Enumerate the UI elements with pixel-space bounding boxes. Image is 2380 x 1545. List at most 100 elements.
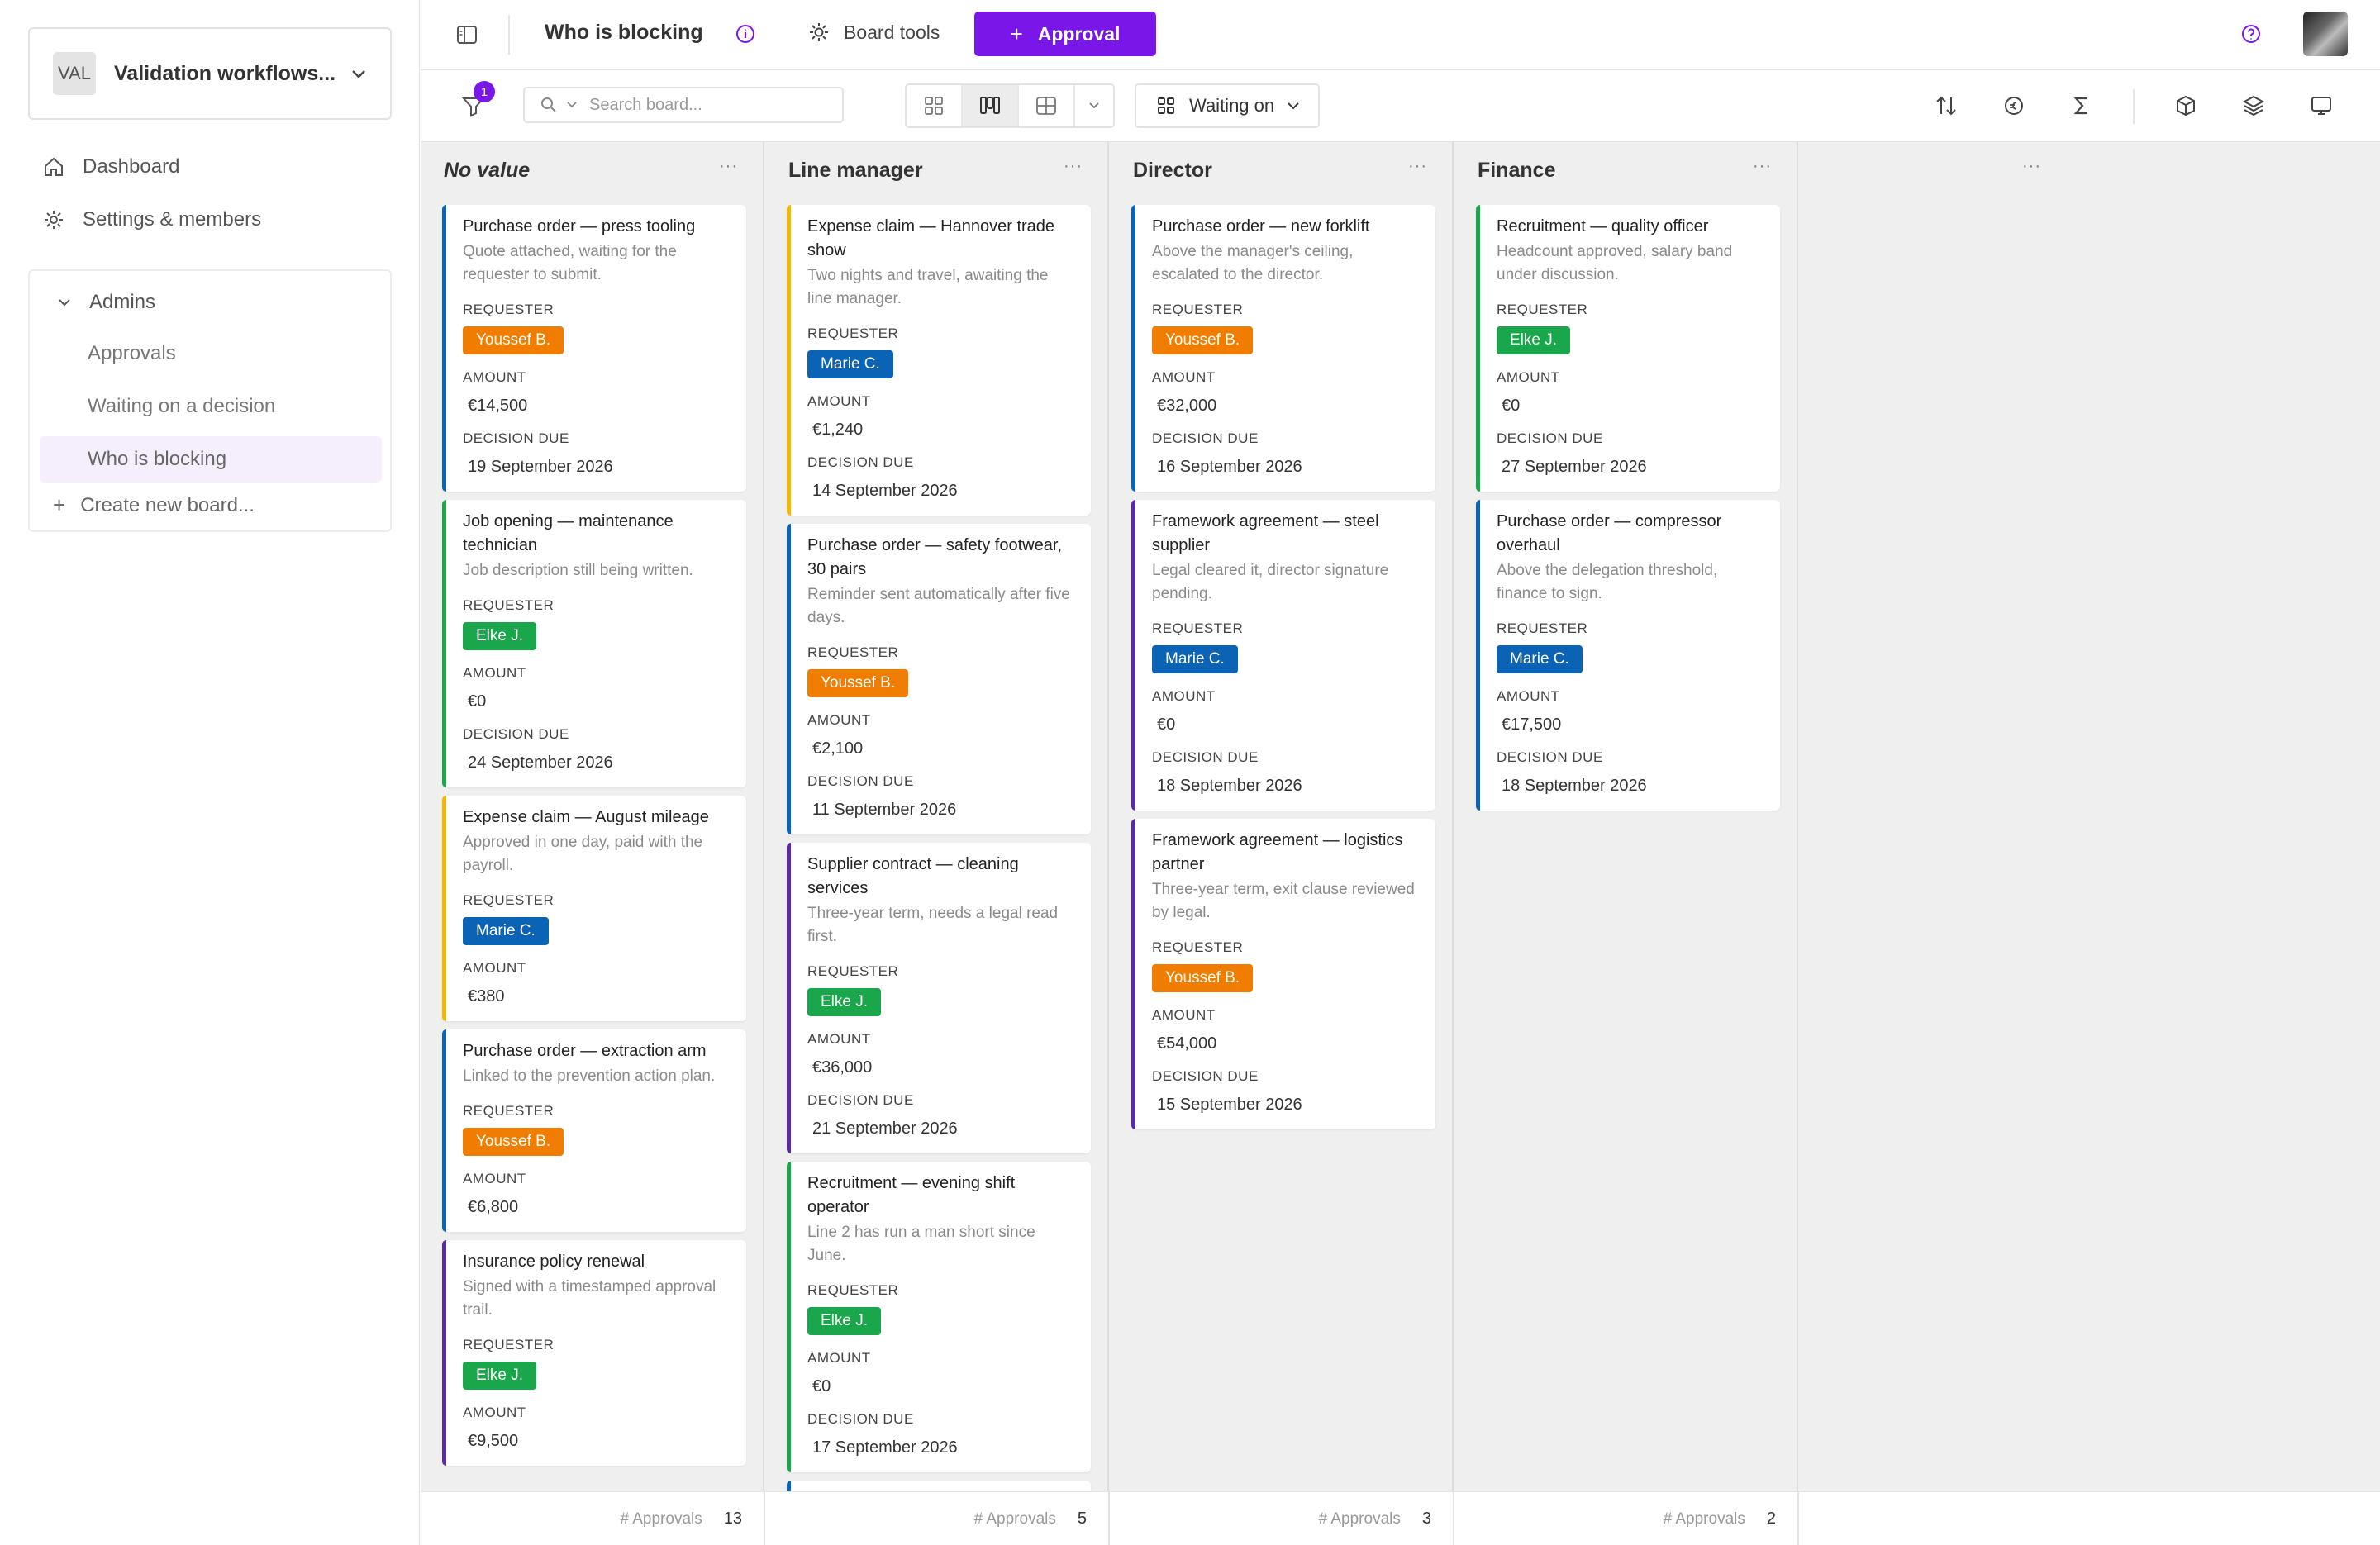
- sum-icon[interactable]: [2068, 93, 2095, 119]
- count-value: 5: [1077, 1509, 1087, 1528]
- sidebar-item-waiting-on-a-decision[interactable]: Waiting on a decision: [40, 383, 382, 430]
- help-icon[interactable]: [2240, 23, 2262, 45]
- requester-chip[interactable]: Youssef B.: [1152, 326, 1254, 354]
- card-list: Expense claim — Hannover trade show Two n…: [787, 205, 1091, 1545]
- info-icon[interactable]: [735, 23, 756, 45]
- cube-icon[interactable]: [2173, 93, 2199, 119]
- nav-dashboard[interactable]: Dashboard: [43, 155, 179, 178]
- decision-due-value: 21 September 2026: [812, 1120, 958, 1138]
- requester-chip[interactable]: Marie C.: [1152, 645, 1238, 673]
- amount-value: €17,500: [1502, 715, 1562, 734]
- count-label: # Approvals: [620, 1509, 702, 1528]
- monitor-icon[interactable]: [2308, 93, 2335, 119]
- count-label: # Approvals: [1318, 1509, 1401, 1528]
- plus-icon: +: [1010, 21, 1023, 46]
- approval-card[interactable]: Job opening — maintenance technician Job …: [442, 500, 746, 787]
- requester-label: REQUESTER: [1152, 302, 1244, 317]
- approval-card[interactable]: Framework agreement — steel supplier Lega…: [1131, 500, 1435, 811]
- requester-chip[interactable]: Elke J.: [463, 1362, 537, 1390]
- column-menu-button[interactable]: ···: [2022, 157, 2041, 176]
- decision-due-value: 18 September 2026: [1157, 777, 1302, 795]
- group-header[interactable]: Admins: [58, 291, 155, 314]
- requester-label: REQUESTER: [463, 892, 555, 908]
- view-grid-button[interactable]: [907, 85, 963, 126]
- board-group: Admins Approvals Waiting on a decision W…: [28, 269, 392, 532]
- decision-due-value: 19 September 2026: [468, 458, 613, 476]
- card-list: Recruitment — quality officer Headcount a…: [1476, 205, 1780, 819]
- decision-due-value: 16 September 2026: [1157, 458, 1302, 476]
- approval-card[interactable]: Purchase order — safety footwear, 30 pai…: [787, 524, 1091, 834]
- card-description: Job description still being written.: [463, 562, 693, 579]
- requester-chip[interactable]: Marie C.: [1497, 645, 1583, 673]
- requester-chip[interactable]: Youssef B.: [1152, 964, 1254, 992]
- nav-settings[interactable]: Settings & members: [43, 208, 261, 231]
- decision-due-label: DECISION DUE: [1152, 749, 1259, 765]
- approval-card[interactable]: Purchase order — press tooling Quote atta…: [442, 205, 746, 492]
- card-description: Signed with a timestamped approval trail…: [463, 1278, 716, 1319]
- decision-due-label: DECISION DUE: [807, 454, 914, 470]
- requester-chip[interactable]: Elke J.: [463, 622, 537, 650]
- requester-chip[interactable]: Elke J.: [1497, 326, 1571, 354]
- decision-due-value: 14 September 2026: [812, 482, 958, 500]
- view-kanban-button[interactable]: [963, 85, 1019, 126]
- requester-label: REQUESTER: [807, 1282, 899, 1298]
- layers-icon[interactable]: [2240, 93, 2267, 119]
- approval-card[interactable]: Framework agreement — logistics partner T…: [1131, 819, 1435, 1129]
- chevron-down-icon: [59, 299, 70, 307]
- kanban-column: No value ··· Purchase order — press toolin…: [421, 142, 764, 1545]
- approval-card[interactable]: Expense claim — Hannover trade show Two n…: [787, 205, 1091, 516]
- board-footer: # Approvals 13 # Approvals 5 # Approvals 3 # A…: [421, 1491, 2380, 1545]
- column-menu-button[interactable]: ···: [719, 157, 738, 176]
- column-menu-button[interactable]: ···: [1408, 157, 1427, 176]
- view-more-button[interactable]: [1075, 85, 1113, 126]
- sort-icon[interactable]: [1933, 93, 1959, 119]
- avatar[interactable]: [2303, 12, 2348, 56]
- amount-value: €380: [468, 987, 505, 1005]
- amount-label: AMOUNT: [807, 1031, 871, 1047]
- card-title: Expense claim — August mileage: [463, 808, 709, 826]
- sidebar: VAL Validation workflows... Dashboard Se…: [0, 0, 420, 1545]
- sidebar-item-who-is-blocking[interactable]: Who is blocking: [40, 436, 382, 483]
- approval-card[interactable]: Expense claim — August mileage Approved i…: [442, 796, 746, 1021]
- approval-card[interactable]: Purchase order — new forklift Above the m…: [1131, 205, 1435, 492]
- search-input[interactable]: Search board...: [523, 87, 844, 123]
- requester-chip[interactable]: Elke J.: [807, 988, 882, 1016]
- board-toolbar: 1 Search board... Waiting on: [421, 71, 2380, 142]
- requester-chip[interactable]: Youssef B.: [807, 669, 909, 697]
- sidebar-toggle-icon[interactable]: [455, 23, 478, 46]
- currency-icon[interactable]: [2001, 93, 2027, 119]
- nav-settings-label: Settings & members: [83, 208, 262, 231]
- view-table-button[interactable]: [1019, 85, 1075, 126]
- requester-chip[interactable]: Marie C.: [463, 917, 549, 945]
- decision-due-label: DECISION DUE: [1497, 430, 1603, 446]
- decision-due-label: DECISION DUE: [463, 430, 569, 446]
- approval-card[interactable]: Recruitment — evening shift operator Line…: [787, 1162, 1091, 1472]
- requester-chip[interactable]: Marie C.: [807, 350, 893, 378]
- amount-value: €36,000: [812, 1058, 873, 1077]
- board-tools-button[interactable]: Board tools: [807, 21, 940, 44]
- approval-card[interactable]: Recruitment — quality officer Headcount a…: [1476, 205, 1780, 492]
- kanban-column: Line manager ··· Expense claim — Hannover …: [765, 142, 1109, 1545]
- view-switcher: [905, 83, 1115, 128]
- create-board-link[interactable]: + Create new board...: [53, 492, 255, 518]
- approval-card[interactable]: Purchase order — compressor overhaul Abov…: [1476, 500, 1780, 811]
- chevron-down-icon: [1288, 102, 1299, 110]
- new-approval-button[interactable]: + Approval: [974, 12, 1156, 56]
- column-menu-button[interactable]: ···: [1064, 157, 1083, 176]
- approval-card[interactable]: Supplier contract — cleaning services Thr…: [787, 843, 1091, 1153]
- group-by-select[interactable]: Waiting on: [1135, 83, 1320, 128]
- sidebar-item-approvals[interactable]: Approvals: [40, 330, 382, 377]
- workspace-switcher[interactable]: VAL Validation workflows...: [28, 27, 392, 120]
- requester-chip[interactable]: Youssef B.: [463, 1128, 564, 1156]
- decision-due-label: DECISION DUE: [1497, 749, 1603, 765]
- requester-label: REQUESTER: [1152, 939, 1244, 955]
- approval-card[interactable]: Insurance policy renewal Signed with a ti…: [442, 1240, 746, 1466]
- requester-chip[interactable]: Youssef B.: [463, 326, 564, 354]
- requester-label: REQUESTER: [1497, 302, 1588, 317]
- amount-label: AMOUNT: [1152, 1007, 1216, 1023]
- column-count: # Approvals 13: [421, 1492, 765, 1545]
- requester-chip[interactable]: Elke J.: [807, 1307, 882, 1335]
- column-menu-button[interactable]: ···: [1753, 157, 1772, 176]
- approval-card[interactable]: Purchase order — extraction arm Linked to…: [442, 1029, 746, 1232]
- card-title: Expense claim — Hannover trade show: [807, 217, 1055, 259]
